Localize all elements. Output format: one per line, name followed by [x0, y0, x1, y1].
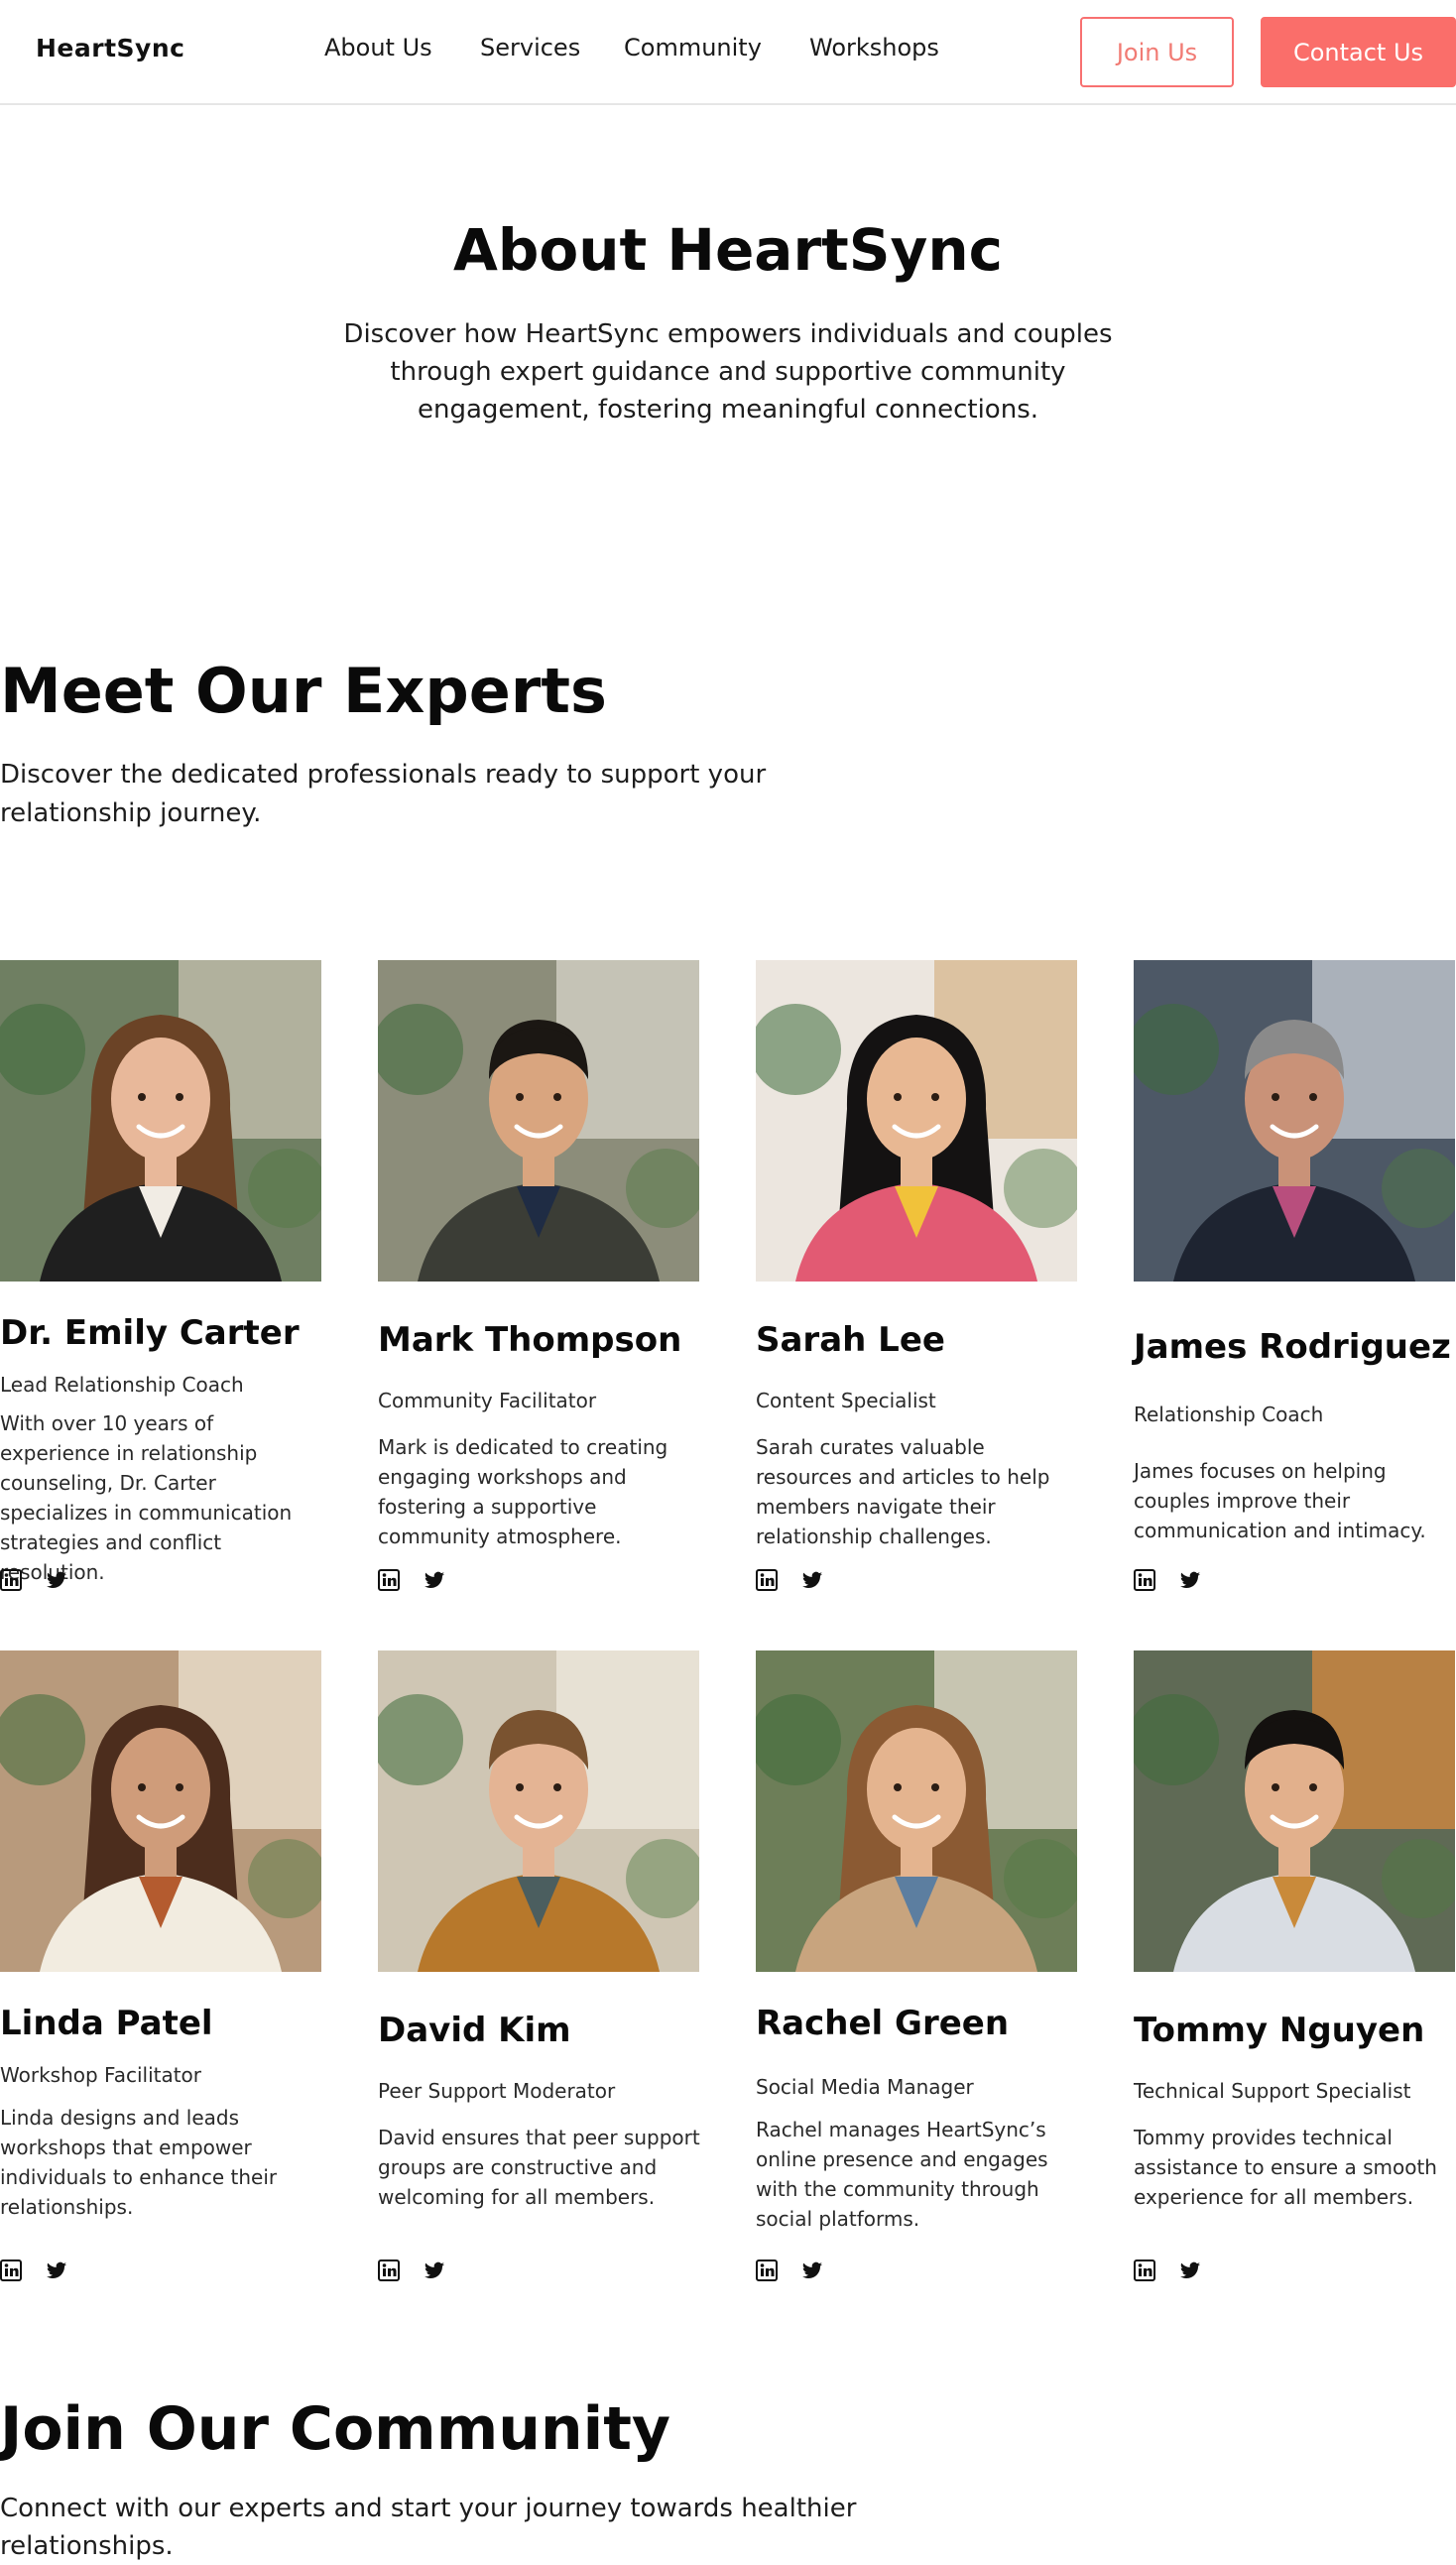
expert-card: Sarah Lee Content Specialist Sarah curat… — [756, 960, 1077, 1605]
expert-card: Rachel Green Social Media Manager Rachel… — [756, 1650, 1077, 2295]
about-title: About HeartSync — [452, 216, 1004, 284]
expert-card: Linda Patel Workshop Facilitator Linda d… — [0, 1650, 321, 2295]
linkedin-icon[interactable] — [378, 1569, 400, 1591]
brand-logo[interactable]: HeartSync — [36, 34, 184, 62]
nav-workshops[interactable]: Workshops — [809, 34, 939, 61]
expert-photo — [378, 960, 699, 1282]
linkedin-icon[interactable] — [756, 1569, 778, 1591]
join-title: Join Our Community — [0, 2394, 670, 2464]
expert-photo — [0, 960, 321, 1282]
twitter-icon[interactable] — [424, 1569, 445, 1591]
twitter-icon[interactable] — [801, 2260, 823, 2281]
contact-us-button[interactable]: Contact Us — [1261, 17, 1456, 87]
expert-role: Technical Support Specialist — [1134, 2079, 1411, 2103]
expert-card: David Kim Peer Support Moderator David e… — [378, 1650, 700, 2295]
expert-name: Dr. Emily Carter — [0, 1313, 300, 1353]
expert-photo — [756, 1650, 1077, 1972]
twitter-icon[interactable] — [801, 1569, 823, 1591]
expert-description: Tommy provides technical assistance to e… — [1134, 2126, 1437, 2209]
expert-role: Peer Support Moderator — [378, 2079, 616, 2103]
expert-role: Relationship Coach — [1134, 1403, 1324, 1426]
expert-photo — [756, 960, 1077, 1282]
expert-description: James focuses on helping couples improve… — [1134, 1459, 1426, 1542]
linkedin-icon[interactable] — [0, 1569, 22, 1591]
expert-description: Mark is dedicated to creating engaging w… — [378, 1435, 668, 1548]
about-description: Discover how HeartSync empowers individu… — [343, 319, 1113, 425]
twitter-icon[interactable] — [46, 1569, 67, 1591]
nav-community[interactable]: Community — [624, 34, 762, 61]
expert-name: Rachel Green — [756, 2004, 1010, 2043]
experts-title: Meet Our Experts — [0, 655, 607, 727]
expert-card: Tommy Nguyen Technical Support Specialis… — [1134, 1650, 1455, 2295]
twitter-icon[interactable] — [424, 2260, 445, 2281]
join-subtitle: Connect with our experts and start your … — [0, 2494, 857, 2561]
expert-name: Mark Thompson — [378, 1320, 682, 1360]
nav-services[interactable]: Services — [480, 34, 580, 61]
linkedin-icon[interactable] — [0, 2260, 22, 2281]
expert-role: Lead Relationship Coach — [0, 1373, 244, 1397]
expert-role: Social Media Manager — [756, 2075, 974, 2099]
experts-subtitle: Discover the dedicated professionals rea… — [0, 760, 767, 828]
twitter-icon[interactable] — [46, 2260, 67, 2281]
twitter-icon[interactable] — [1179, 1569, 1201, 1591]
expert-description: David ensures that peer support groups a… — [378, 2126, 700, 2209]
nav-about-us[interactable]: About Us — [324, 34, 432, 61]
expert-name: David Kim — [378, 2011, 571, 2050]
expert-photo — [1134, 1650, 1455, 1972]
expert-description: Linda designs and leads workshops that e… — [0, 2106, 278, 2219]
expert-role: Content Specialist — [756, 1389, 936, 1412]
expert-photo — [378, 1650, 699, 1972]
expert-description: Rachel manages HeartSync’s online presen… — [756, 2118, 1048, 2231]
expert-photo — [0, 1650, 321, 1972]
expert-description: With over 10 years of experience in rela… — [0, 1411, 293, 1584]
linkedin-icon[interactable] — [1134, 1569, 1155, 1591]
expert-name: Linda Patel — [0, 2004, 213, 2043]
expert-name: Sarah Lee — [756, 1320, 945, 1360]
join-us-button[interactable]: Join Us — [1080, 17, 1234, 87]
expert-card: Dr. Emily Carter Lead Relationship Coach… — [0, 960, 321, 1605]
linkedin-icon[interactable] — [378, 2260, 400, 2281]
expert-card: Mark Thompson Community Facilitator Mark… — [378, 960, 699, 1605]
expert-name: James Rodriguez — [1134, 1327, 1451, 1367]
expert-role: Community Facilitator — [378, 1389, 597, 1412]
site-header: HeartSync About Us Services Community Wo… — [0, 0, 1456, 105]
expert-photo — [1134, 960, 1455, 1282]
linkedin-icon[interactable] — [756, 2260, 778, 2281]
expert-role: Workshop Facilitator — [0, 2063, 202, 2087]
expert-description: Sarah curates valuable resources and art… — [756, 1435, 1050, 1548]
linkedin-icon[interactable] — [1134, 2260, 1155, 2281]
expert-name: Tommy Nguyen — [1134, 2011, 1425, 2050]
expert-card: James Rodriguez Relationship Coach James… — [1134, 960, 1455, 1605]
twitter-icon[interactable] — [1179, 2260, 1201, 2281]
